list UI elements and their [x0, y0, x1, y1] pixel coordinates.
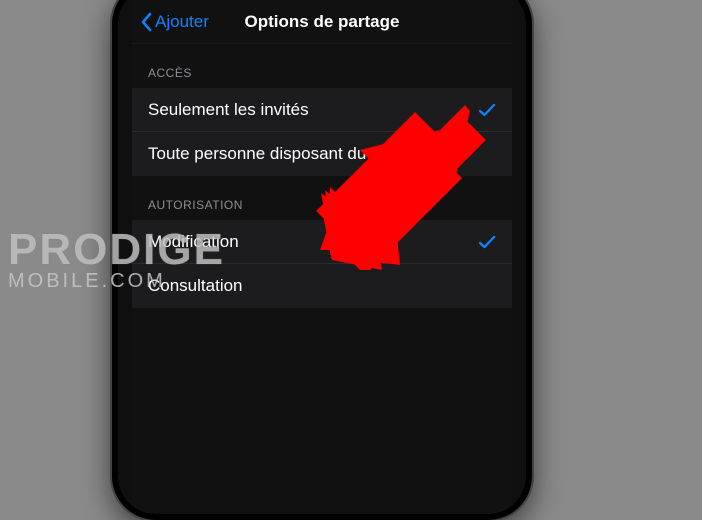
chevron-left-icon — [140, 12, 152, 32]
row-modification[interactable]: Modification — [132, 220, 512, 264]
nav-bar: Ajouter Options de partage — [132, 0, 512, 44]
screen: Ajouter Options de partage ACCÈS Seuleme… — [132, 0, 512, 514]
list-group-access: Seulement les invités Toute personne dis… — [132, 88, 512, 176]
row-consultation[interactable]: Consultation — [132, 264, 512, 308]
row-label: Consultation — [148, 276, 243, 296]
row-label: Toute personne disposant du lien — [148, 144, 398, 164]
row-label: Modification — [148, 232, 239, 252]
checkmark-icon — [478, 233, 496, 251]
back-label: Ajouter — [155, 12, 209, 32]
list-group-auth: Modification Consultation — [132, 220, 512, 308]
row-invites-only[interactable]: Seulement les invités — [132, 88, 512, 132]
phone-frame: Ajouter Options de partage ACCÈS Seuleme… — [112, 0, 532, 520]
section-header-auth: AUTORISATION — [132, 176, 512, 220]
section-header-access: ACCÈS — [132, 44, 512, 88]
row-label: Seulement les invités — [148, 100, 309, 120]
row-anyone-with-link[interactable]: Toute personne disposant du lien — [132, 132, 512, 176]
checkmark-icon — [478, 101, 496, 119]
back-button[interactable]: Ajouter — [132, 12, 209, 32]
phone-inner: Ajouter Options de partage ACCÈS Seuleme… — [118, 0, 526, 514]
